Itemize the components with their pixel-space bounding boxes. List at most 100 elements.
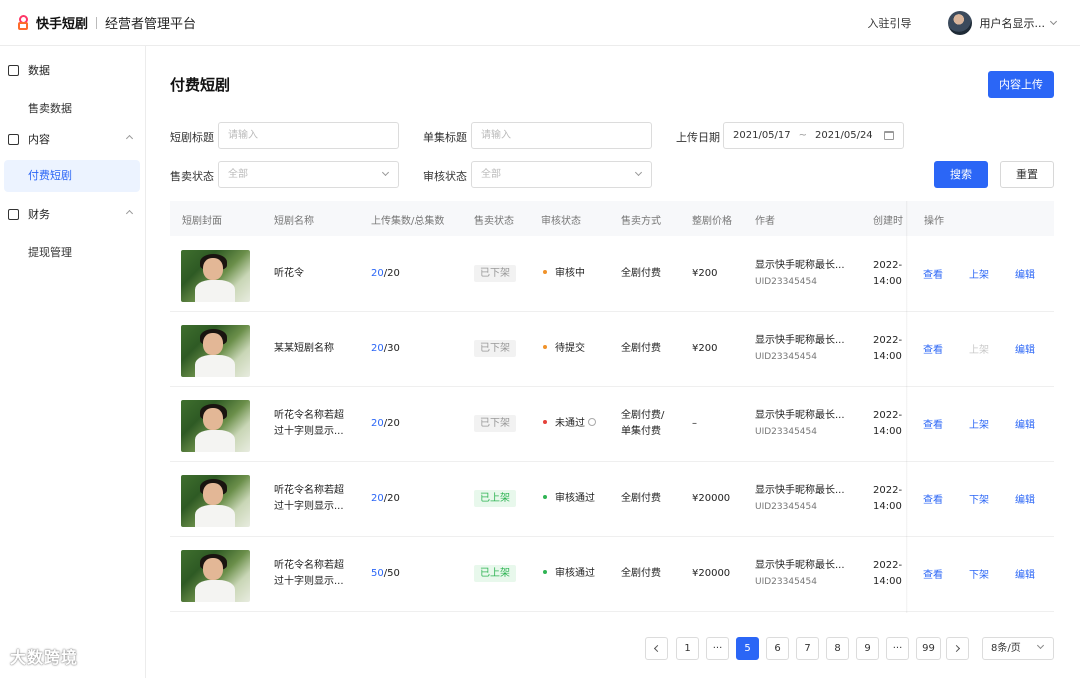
sidebar-item-withdrawal[interactable]: 提现管理 xyxy=(28,244,72,260)
sale-status-select[interactable]: 全部 xyxy=(218,161,399,188)
search-button[interactable]: 搜索 xyxy=(934,161,988,188)
sidebar-group-finance[interactable]: 财务 xyxy=(8,204,138,224)
series-cover-image[interactable] xyxy=(181,550,250,602)
publish-link[interactable]: 上架 xyxy=(969,266,989,281)
pagination-ellipsis[interactable]: ··· xyxy=(886,637,909,660)
sale-status-label: 售卖状态 xyxy=(170,170,214,183)
series-name-line: 听花令名称若超 xyxy=(274,410,344,421)
pagination-page-6[interactable]: 6 xyxy=(766,637,789,660)
series-title-label: 短剧标题 xyxy=(170,131,214,144)
publish-link[interactable]: 上架 xyxy=(969,416,989,431)
series-name: 某某短剧名称 xyxy=(274,341,334,357)
sale-method-line: 单集付费 xyxy=(621,426,661,437)
upload-content-button[interactable]: 内容上传 xyxy=(988,71,1054,98)
column-header-price: 整剧价格 xyxy=(692,216,732,227)
sale-method: 全剧付费 xyxy=(621,266,661,282)
avatar[interactable] xyxy=(947,11,972,35)
pagination-page-1[interactable]: 1 xyxy=(676,637,699,660)
info-icon[interactable] xyxy=(588,418,596,426)
sale-status-badge: 已上架 xyxy=(474,565,516,582)
fixed-column-shadow xyxy=(906,201,908,613)
episode-title-input[interactable]: 请输入 xyxy=(471,122,652,149)
edit-link[interactable]: 编辑 xyxy=(1015,566,1035,581)
username[interactable]: 用户名显示... xyxy=(980,15,1046,31)
pagination-page-9[interactable]: 9 xyxy=(856,637,879,660)
series-cover-image[interactable] xyxy=(181,400,250,452)
total-count: /50 xyxy=(383,568,400,579)
series-name: 听花令名称若超 过十字则显示... xyxy=(274,408,344,440)
edit-link[interactable]: 编辑 xyxy=(1015,491,1035,506)
pagination-page-7[interactable]: 7 xyxy=(796,637,819,660)
uploaded-count: 20 xyxy=(371,493,384,504)
created-time: 2022- 14:00 xyxy=(873,333,902,365)
created-clock: 14:00 xyxy=(873,276,902,287)
review-status: 未通过 xyxy=(543,416,596,432)
pagination-page-8[interactable]: 8 xyxy=(826,637,849,660)
sale-method-line: 全剧付费/ xyxy=(621,410,665,421)
series-price: ¥200 xyxy=(692,268,718,279)
sale-status-badge: 已上架 xyxy=(474,490,516,507)
series-name-line: 过十字则显示... xyxy=(274,426,344,437)
page-size-select[interactable]: 8条/页 xyxy=(982,637,1054,660)
upload-date-range-picker[interactable]: 2021/05/17 ~ 2021/05/24 xyxy=(723,122,904,149)
pagination-page-99[interactable]: 99 xyxy=(916,637,941,660)
unpublish-link[interactable]: 下架 xyxy=(969,566,989,581)
view-link[interactable]: 查看 xyxy=(923,566,943,581)
page-title: 付费短剧 xyxy=(170,76,231,94)
sidebar-item-paid-series[interactable]: 付费短剧 xyxy=(4,160,140,192)
logo[interactable]: 快手短剧 经营者管理平台 xyxy=(18,13,196,32)
onboarding-guide-link[interactable]: 入驻引导 xyxy=(868,15,912,31)
column-header-name: 短剧名称 xyxy=(274,216,314,227)
pagination-ellipsis[interactable]: ··· xyxy=(706,637,729,660)
created-date: 2022- xyxy=(873,560,903,571)
edit-link[interactable]: 编辑 xyxy=(1015,266,1035,281)
upload-date-label: 上传日期 xyxy=(676,131,720,144)
sale-method-line: 全剧付费 xyxy=(621,268,661,279)
video-icon xyxy=(8,133,19,145)
author-uid: UID23345454 xyxy=(755,502,817,512)
date-end: 2021/05/24 xyxy=(815,130,873,141)
review-status-text: 未通过 xyxy=(555,418,585,429)
edit-link[interactable]: 编辑 xyxy=(1015,341,1035,356)
review-status-value: 全部 xyxy=(481,169,501,180)
status-dot xyxy=(543,270,547,274)
reset-button[interactable]: 重置 xyxy=(1000,161,1054,188)
series-cover-image[interactable] xyxy=(181,325,250,377)
view-link[interactable]: 查看 xyxy=(923,341,943,356)
sidebar-group-data[interactable]: 数据 xyxy=(8,60,138,80)
series-price: ¥200 xyxy=(692,343,718,354)
uploaded-count: 50 xyxy=(371,568,384,579)
chevron-down-icon[interactable] xyxy=(1049,17,1058,26)
series-cover-image[interactable] xyxy=(181,475,250,527)
created-clock: 14:00 xyxy=(873,576,902,587)
pagination-page-5[interactable]: 5 xyxy=(736,637,759,660)
sale-method: 全剧付费 xyxy=(621,491,661,507)
series-cover-image[interactable] xyxy=(181,250,250,302)
sidebar-group-content[interactable]: 内容 xyxy=(8,129,138,149)
table-row: 听花令名称若超 过十字则显示... 20/20 已下架 未通过 全剧付费/单集付费… xyxy=(170,387,1054,462)
review-status: 待提交 xyxy=(543,341,585,357)
series-name-line: 过十字则显示... xyxy=(274,576,344,587)
pagination-prev-button[interactable] xyxy=(645,637,668,660)
date-start: 2021/05/17 xyxy=(733,130,791,141)
view-link[interactable]: 查看 xyxy=(923,266,943,281)
view-link[interactable]: 查看 xyxy=(923,416,943,431)
unpublish-link[interactable]: 下架 xyxy=(969,491,989,506)
sale-method: 全剧付费/单集付费 xyxy=(621,408,664,440)
publish-link[interactable]: 上架 xyxy=(969,341,989,356)
edit-link[interactable]: 编辑 xyxy=(1015,416,1035,431)
column-header-sale-status: 售卖状态 xyxy=(474,216,514,227)
review-status-text: 审核通过 xyxy=(555,493,595,504)
review-status-select[interactable]: 全部 xyxy=(471,161,652,188)
column-header-sale-method: 售卖方式 xyxy=(621,216,661,227)
sidebar-item-sales-data[interactable]: 售卖数据 xyxy=(28,100,72,116)
series-title-input[interactable]: 请输入 xyxy=(218,122,399,149)
series-name-line: 听花令名称若超 xyxy=(274,485,344,496)
author-info: 显示快手昵称最长... UID23345454 xyxy=(755,558,845,590)
series-name-line: 听花令名称若超 xyxy=(274,560,344,571)
platform-name: 经营者管理平台 xyxy=(105,17,197,32)
pagination-next-button[interactable] xyxy=(946,637,969,660)
view-link[interactable]: 查看 xyxy=(923,491,943,506)
sidebar-group-label: 内容 xyxy=(28,133,50,146)
sale-status-badge: 已下架 xyxy=(474,340,516,357)
